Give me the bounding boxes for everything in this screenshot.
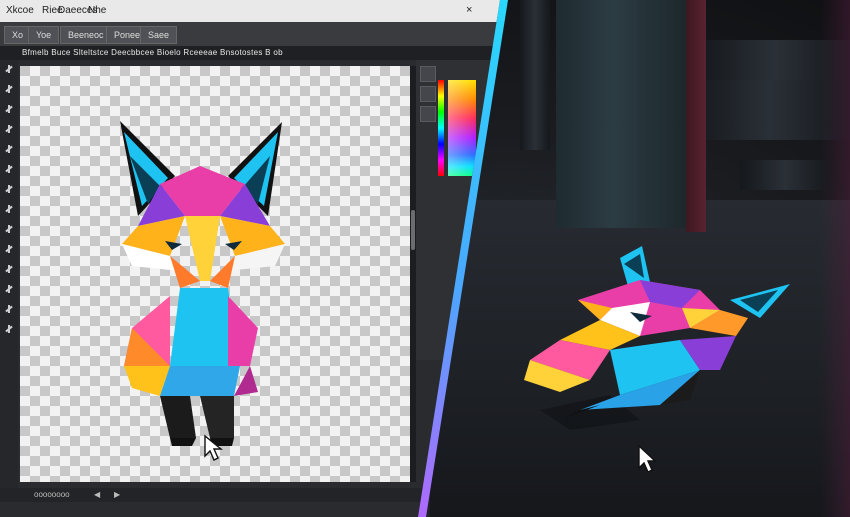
menu-item-4[interactable]: Nhe <box>88 5 106 16</box>
options-bar: Bfmelb Buce Slteltstce Deecbbcee Bioelo … <box>0 46 500 60</box>
marquee-icon[interactable] <box>2 82 16 96</box>
brush-icon[interactable] <box>2 202 16 216</box>
tab-5[interactable]: Saee <box>140 26 178 44</box>
panel-color-icon[interactable] <box>420 66 436 82</box>
menu-item-1[interactable]: Xkcoe <box>6 5 34 16</box>
history-brush-icon[interactable] <box>2 242 16 256</box>
composite-scene: Xkcoe Riee Daeeces Nhe × Xo Yoe Beeneoc … <box>0 0 850 517</box>
blur-icon[interactable] <box>2 302 16 316</box>
tools-panel <box>0 60 18 500</box>
eraser-icon[interactable] <box>2 262 16 276</box>
color-picker-field[interactable] <box>448 80 476 176</box>
hue-slider[interactable] <box>438 80 444 176</box>
panel-layers-icon[interactable] <box>420 106 436 122</box>
window-close-icon[interactable]: × <box>466 4 472 16</box>
panel-swatches-icon[interactable] <box>420 86 436 102</box>
stamp-icon[interactable] <box>2 222 16 236</box>
status-bar: oooooooo ◀ ▶ <box>0 488 430 502</box>
image-editor-window: Xkcoe Riee Daeeces Nhe × Xo Yoe Beeneoc … <box>0 0 500 517</box>
scrollbar-thumb[interactable] <box>411 210 415 250</box>
eyedropper-icon[interactable] <box>2 162 16 176</box>
fox-illustration <box>120 121 285 446</box>
document-tabs: Xo Yoe Beeneoc Poneee Saee <box>0 22 500 46</box>
menu-bar: Xkcoe Riee Daeeces Nhe × <box>0 0 500 22</box>
healing-icon[interactable] <box>2 182 16 196</box>
mouse-cursor-icon <box>204 434 223 461</box>
gradient-icon[interactable] <box>2 282 16 296</box>
color-swatch-icon[interactable] <box>2 322 16 336</box>
lasso-icon[interactable] <box>2 102 16 116</box>
prev-icon[interactable]: ◀ <box>94 488 100 502</box>
status-text: oooooooo <box>34 490 70 499</box>
document-canvas[interactable] <box>20 66 413 482</box>
tab-2[interactable]: Yoe <box>28 26 60 44</box>
magic-wand-icon[interactable] <box>2 122 16 136</box>
tab-1[interactable]: Xo <box>4 26 32 44</box>
crop-icon[interactable] <box>2 142 16 156</box>
mouse-cursor-icon <box>638 444 657 473</box>
move-icon[interactable] <box>2 62 16 76</box>
next-icon[interactable]: ▶ <box>114 488 120 502</box>
tab-3[interactable]: Beeneoc <box>60 26 112 44</box>
